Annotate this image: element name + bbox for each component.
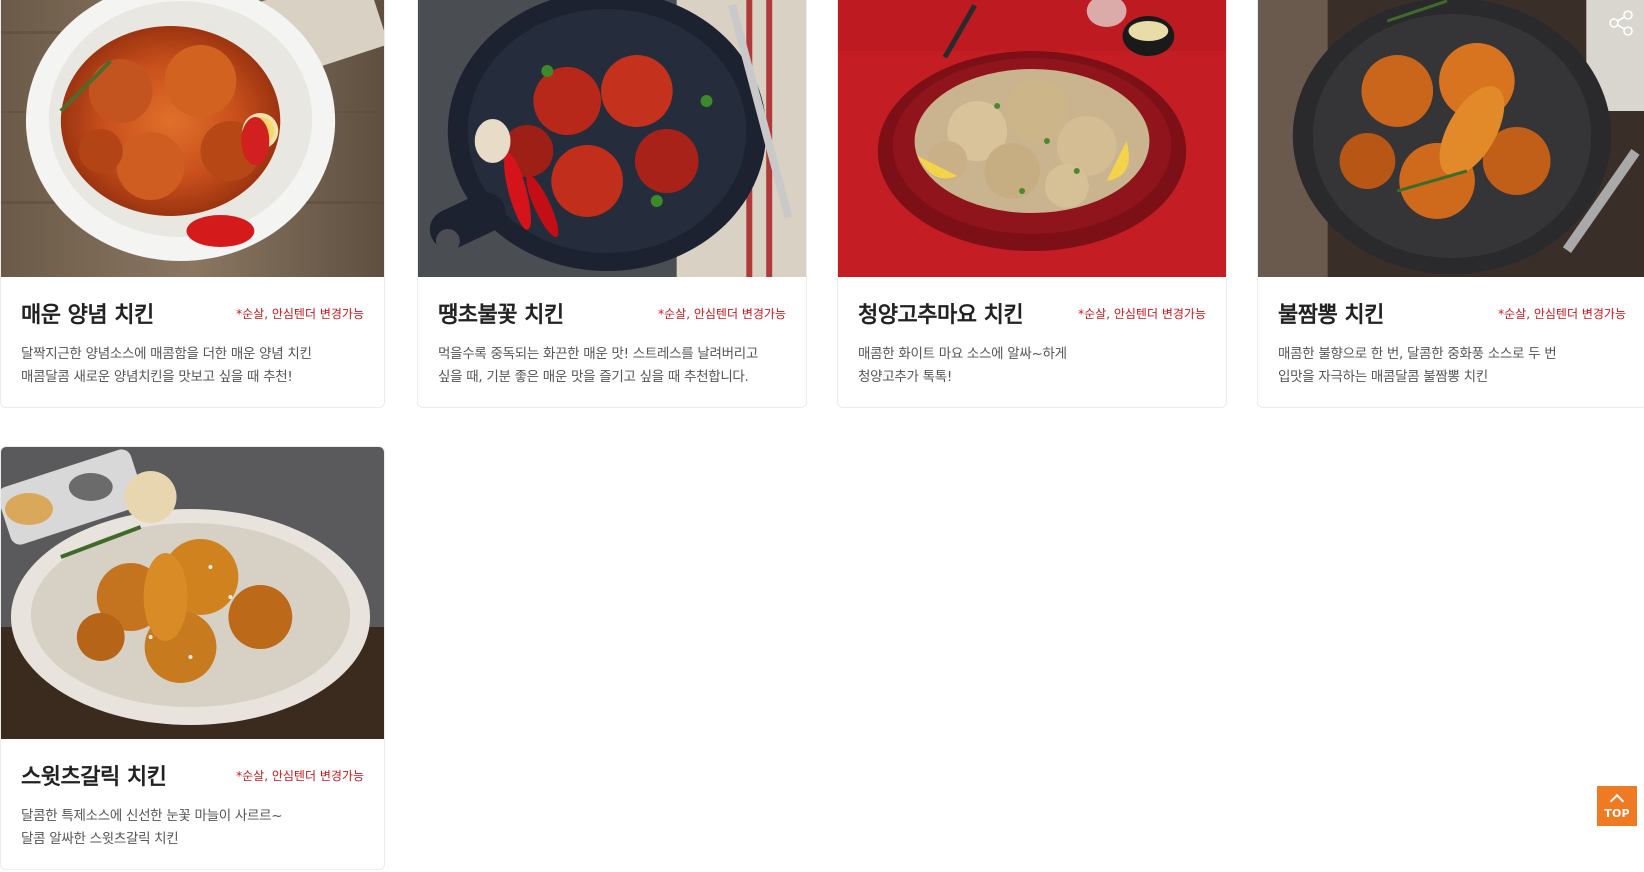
- menu-description: 달짝지근한 양념소스에 매콤함을 더한 매운 양념 치킨 매콤달콤 새로운 양념…: [21, 343, 364, 389]
- menu-card-buljjamppong[interactable]: 불짬뽕 치킨 *순살, 안심텐더 변경가능 매콤한 불향으로 한 번, 달콤한 …: [1257, 0, 1644, 408]
- menu-title-row: 땡초불꽃 치킨 *순살, 안심텐더 변경가능: [438, 297, 786, 329]
- menu-image-ttaengcho-bulkkot: [418, 0, 806, 277]
- scroll-top-label: TOP: [1604, 807, 1630, 820]
- menu-card-body: 불짬뽕 치킨 *순살, 안심텐더 변경가능 매콤한 불향으로 한 번, 달콤한 …: [1258, 277, 1644, 407]
- menu-card-ttaengcho-bulkkot[interactable]: 땡초불꽃 치킨 *순살, 안심텐더 변경가능 먹을수록 중독되는 화끈한 매운 …: [417, 0, 807, 408]
- menu-option-note: *순살, 안심텐더 변경가능: [658, 306, 786, 321]
- menu-option-note: *순살, 안심텐더 변경가능: [236, 768, 364, 783]
- menu-description-line: 입맛을 자극하는 매콤달콤 불짬뽕 치킨: [1278, 369, 1488, 385]
- menu-card-spicy-yangnyeom[interactable]: 매운 양념 치킨 *순살, 안심텐더 변경가능 달짝지근한 양념소스에 매콤함을…: [0, 0, 385, 408]
- menu-card-body: 매운 양념 치킨 *순살, 안심텐더 변경가능 달짝지근한 양념소스에 매콤함을…: [1, 277, 384, 407]
- menu-image-cheongyang-mayo: [838, 0, 1226, 277]
- chevron-up-icon: [1609, 793, 1625, 809]
- menu-title: 스윗츠갈릭 치킨: [21, 765, 167, 790]
- menu-description-line: 달짝지근한 양념소스에 매콤함을 더한 매운 양념 치킨: [21, 346, 312, 362]
- menu-title-row: 스윗츠갈릭 치킨 *순살, 안심텐더 변경가능: [21, 759, 364, 791]
- menu-description: 매콤한 화이트 마요 소스에 알싸~하게 청양고추가 톡톡!: [858, 343, 1206, 389]
- menu-description-line: 달콤한 특제소스에 신선한 눈꽃 마늘이 사르르~: [21, 808, 283, 824]
- menu-card-cheongyang-mayo[interactable]: 청양고추마요 치킨 *순살, 안심텐더 변경가능 매콤한 화이트 마요 소스에 …: [837, 0, 1227, 408]
- menu-title: 불짬뽕 치킨: [1278, 303, 1384, 328]
- share-icon[interactable]: [1606, 8, 1636, 38]
- menu-option-note: *순살, 안심텐더 변경가능: [1078, 306, 1206, 321]
- menu-description-line: 싶을 때, 기분 좋은 매운 맛을 즐기고 싶을 때 추천합니다.: [438, 369, 749, 385]
- menu-title: 땡초불꽃 치킨: [438, 303, 564, 328]
- menu-description-line: 매콤달콤 새로운 양념치킨을 맛보고 싶을 때 추천!: [21, 369, 293, 385]
- menu-description-line: 먹을수록 중독되는 화끈한 매운 맛! 스트레스를 날려버리고: [438, 346, 758, 362]
- menu-image-buljjamppong: [1258, 0, 1644, 277]
- menu-description-line: 청양고추가 톡톡!: [858, 369, 952, 385]
- menu-title: 청양고추마요 치킨: [858, 303, 1024, 328]
- menu-card-body: 땡초불꽃 치킨 *순살, 안심텐더 변경가능 먹을수록 중독되는 화끈한 매운 …: [418, 277, 806, 407]
- menu-description-line: 매콤한 불향으로 한 번, 달콤한 중화풍 소스로 두 번: [1278, 346, 1557, 362]
- menu-option-note: *순살, 안심텐더 변경가능: [1498, 306, 1626, 321]
- menu-card-sweets-garlic[interactable]: 스윗츠갈릭 치킨 *순살, 안심텐더 변경가능 달콤한 특제소스에 신선한 눈꽃…: [0, 446, 385, 870]
- menu-card-body: 청양고추마요 치킨 *순살, 안심텐더 변경가능 매콤한 화이트 마요 소스에 …: [838, 277, 1226, 407]
- menu-option-note: *순살, 안심텐더 변경가능: [236, 306, 364, 321]
- menu-image-sweets-garlic: [1, 447, 384, 739]
- menu-description-line: 달콤 알싸한 스윗츠갈릭 치킨: [21, 831, 179, 847]
- menu-description: 먹을수록 중독되는 화끈한 매운 맛! 스트레스를 날려버리고 싶을 때, 기분…: [438, 343, 786, 389]
- menu-card-body: 스윗츠갈릭 치킨 *순살, 안심텐더 변경가능 달콤한 특제소스에 신선한 눈꽃…: [1, 739, 384, 869]
- menu-description-line: 매콤한 화이트 마요 소스에 알싸~하게: [858, 346, 1067, 362]
- menu-image-spicy-yangnyeom: [1, 0, 384, 277]
- menu-description: 매콤한 불향으로 한 번, 달콤한 중화풍 소스로 두 번 입맛을 자극하는 매…: [1278, 343, 1626, 389]
- scroll-top-button[interactable]: TOP: [1597, 786, 1637, 826]
- menu-grid-page: 매운 양념 치킨 *순살, 안심텐더 변경가능 달짝지근한 양념소스에 매콤함을…: [0, 0, 1644, 872]
- menu-title: 매운 양념 치킨: [21, 303, 154, 328]
- menu-description: 달콤한 특제소스에 신선한 눈꽃 마늘이 사르르~ 달콤 알싸한 스윗츠갈릭 치…: [21, 805, 364, 851]
- menu-title-row: 매운 양념 치킨 *순살, 안심텐더 변경가능: [21, 297, 364, 329]
- menu-title-row: 청양고추마요 치킨 *순살, 안심텐더 변경가능: [858, 297, 1206, 329]
- menu-title-row: 불짬뽕 치킨 *순살, 안심텐더 변경가능: [1278, 297, 1626, 329]
